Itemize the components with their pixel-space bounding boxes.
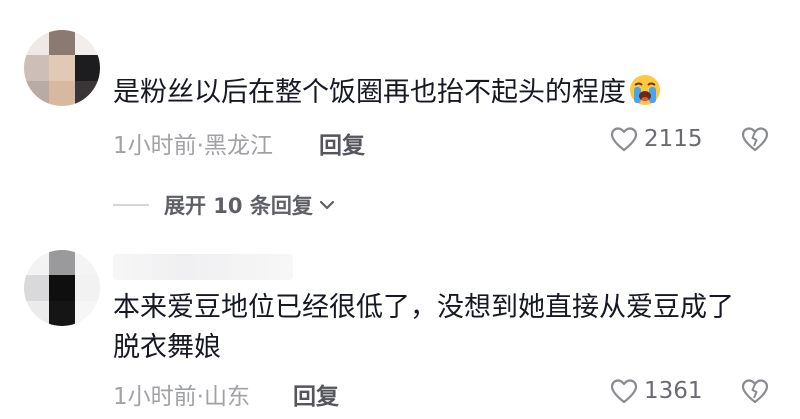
comment-time-location: 1小时前·山东 <box>113 384 250 410</box>
broken-heart-icon <box>741 379 769 404</box>
like-count: 1361 <box>644 378 703 404</box>
reply-button[interactable]: 回复 <box>293 377 339 411</box>
blurred-username <box>113 254 293 280</box>
comment-text-line2: 脱衣舞娘 <box>113 332 221 363</box>
comment-item: 本来爱豆地位已经很低了，没想到她直接从爱豆成了 脱衣舞娘 1小时前·山东 回复 … <box>0 0 800 419</box>
dislike-button[interactable] <box>741 378 769 408</box>
comment-text: 本来爱豆地位已经很低了，没想到她直接从爱豆成了 <box>113 292 734 323</box>
heart-icon <box>610 379 638 404</box>
like-button[interactable]: 1361 <box>610 378 703 404</box>
avatar[interactable] <box>24 250 100 326</box>
